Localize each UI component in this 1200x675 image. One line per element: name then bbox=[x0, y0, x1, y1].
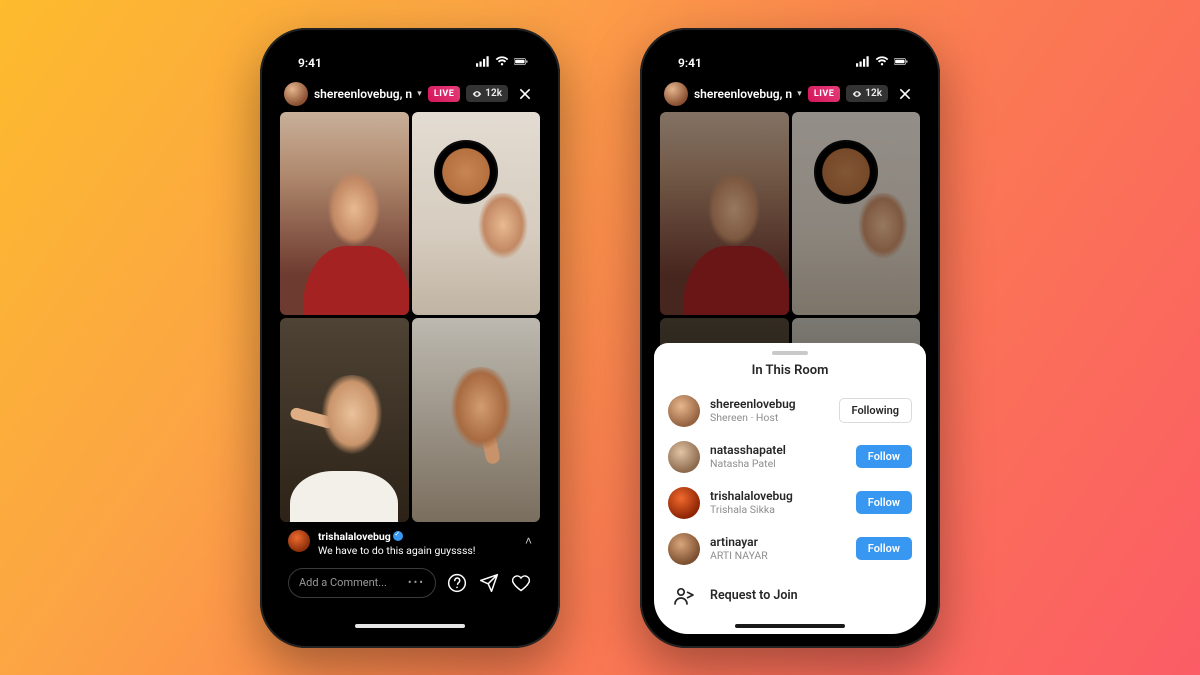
live-header: shereenlovebug, n… ▾ LIVE 12k bbox=[654, 78, 926, 112]
user-info[interactable]: artinayar ARTI NAYAR bbox=[710, 535, 846, 562]
status-indicators bbox=[856, 56, 908, 70]
live-badge: LIVE bbox=[808, 86, 840, 102]
sheet-grabber[interactable] bbox=[772, 351, 808, 355]
heart-icon bbox=[511, 573, 531, 593]
user-username: artinayar bbox=[710, 535, 846, 549]
user-avatar[interactable] bbox=[668, 441, 700, 473]
chevron-up-icon[interactable]: ˄ bbox=[525, 530, 532, 548]
following-button[interactable]: Following bbox=[839, 398, 912, 423]
participant-tile[interactable] bbox=[280, 112, 409, 316]
user-subtitle: Natasha Patel bbox=[710, 457, 846, 470]
screen: 9:41 shereenlovebug, n… ▾ LIVE 12k bbox=[654, 42, 926, 634]
user-avatar[interactable] bbox=[668, 533, 700, 565]
wifi-icon bbox=[875, 56, 889, 70]
participant-tile[interactable] bbox=[412, 112, 541, 316]
request-join-label: Request to Join bbox=[710, 588, 798, 603]
phone-mockup-right: 9:41 shereenlovebug, n… ▾ LIVE 12k bbox=[640, 28, 940, 648]
follow-button[interactable]: Follow bbox=[856, 491, 912, 514]
user-subtitle: Trishala Sikka bbox=[710, 503, 846, 516]
request-to-join-row[interactable]: Request to Join bbox=[654, 572, 926, 610]
comment-input[interactable]: Add a Comment... ••• bbox=[288, 568, 436, 598]
user-avatar[interactable] bbox=[668, 487, 700, 519]
notch bbox=[340, 42, 480, 68]
verified-badge-icon bbox=[393, 531, 403, 541]
user-info[interactable]: trishalalovebug Trishala Sikka bbox=[710, 489, 846, 516]
status-time: 9:41 bbox=[298, 56, 322, 70]
share-button[interactable] bbox=[478, 572, 500, 594]
follow-button[interactable]: Follow bbox=[856, 445, 912, 468]
status-time: 9:41 bbox=[678, 56, 702, 70]
notch bbox=[720, 42, 860, 68]
sheet-title: In This Room bbox=[654, 363, 926, 388]
wifi-icon bbox=[495, 56, 509, 70]
phone-mockup-left: 9:41 shereenlovebug, n… ▾ LIVE 12k bbox=[260, 28, 560, 648]
user-subtitle: Shereen · Host bbox=[710, 411, 829, 424]
host-username[interactable]: shereenlovebug, n… bbox=[314, 87, 413, 101]
close-button[interactable] bbox=[514, 83, 536, 105]
like-button[interactable] bbox=[510, 572, 532, 594]
user-subtitle: ARTI NAYAR bbox=[710, 549, 846, 562]
close-button[interactable] bbox=[894, 83, 916, 105]
user-username: shereenlovebug bbox=[710, 397, 829, 411]
user-info[interactable]: natasshapatel Natasha Patel bbox=[710, 443, 846, 470]
status-indicators bbox=[476, 56, 528, 70]
pinned-comment: trishalalovebug We have to do this again… bbox=[274, 522, 546, 562]
eye-icon bbox=[852, 89, 862, 99]
viewer-count[interactable]: 12k bbox=[466, 85, 508, 102]
comment-text: We have to do this again guyssss! bbox=[318, 544, 476, 557]
send-icon bbox=[479, 573, 499, 593]
comment-username[interactable]: trishalalovebug bbox=[318, 530, 391, 543]
room-user-row: shereenlovebug Shereen · Host Following bbox=[654, 388, 926, 434]
video-grid bbox=[274, 112, 546, 522]
more-icon[interactable]: ••• bbox=[408, 576, 425, 589]
question-button[interactable] bbox=[446, 572, 468, 594]
comment-placeholder: Add a Comment... bbox=[299, 576, 387, 589]
host-avatar[interactable] bbox=[284, 82, 308, 106]
participant-tile[interactable] bbox=[412, 318, 541, 522]
room-user-row: trishalalovebug Trishala Sikka Follow bbox=[654, 480, 926, 526]
chevron-down-icon[interactable]: ▾ bbox=[797, 89, 802, 99]
eye-icon bbox=[472, 89, 482, 99]
chevron-down-icon[interactable]: ▾ bbox=[417, 89, 422, 99]
battery-icon bbox=[894, 56, 908, 70]
makeup-compact bbox=[434, 140, 498, 204]
viewer-count[interactable]: 12k bbox=[846, 85, 888, 102]
comment-avatar[interactable] bbox=[288, 530, 310, 552]
host-avatar[interactable] bbox=[664, 82, 688, 106]
host-username[interactable]: shereenlovebug, n… bbox=[694, 87, 793, 101]
follow-button[interactable]: Follow bbox=[856, 537, 912, 560]
screen: 9:41 shereenlovebug, n… ▾ LIVE 12k bbox=[274, 42, 546, 634]
user-info[interactable]: shereenlovebug Shereen · Host bbox=[710, 397, 829, 424]
user-avatar[interactable] bbox=[668, 395, 700, 427]
close-icon bbox=[897, 86, 913, 102]
action-row: Add a Comment... ••• bbox=[274, 562, 546, 608]
comment-body: trishalalovebug We have to do this again… bbox=[318, 530, 517, 558]
close-icon bbox=[517, 86, 533, 102]
user-username: trishalalovebug bbox=[710, 489, 846, 503]
room-user-row: artinayar ARTI NAYAR Follow bbox=[654, 526, 926, 572]
battery-icon bbox=[514, 56, 528, 70]
participant-tile[interactable] bbox=[280, 318, 409, 522]
room-user-row: natasshapatel Natasha Patel Follow bbox=[654, 434, 926, 480]
question-icon bbox=[447, 573, 467, 593]
live-header: shereenlovebug, n… ▾ LIVE 12k bbox=[274, 78, 546, 112]
home-indicator[interactable] bbox=[735, 624, 845, 628]
request-join-icon bbox=[670, 582, 698, 610]
in-this-room-sheet: In This Room shereenlovebug Shereen · Ho… bbox=[654, 343, 926, 634]
user-username: natasshapatel bbox=[710, 443, 846, 457]
home-indicator[interactable] bbox=[355, 624, 465, 628]
live-badge: LIVE bbox=[428, 86, 460, 102]
